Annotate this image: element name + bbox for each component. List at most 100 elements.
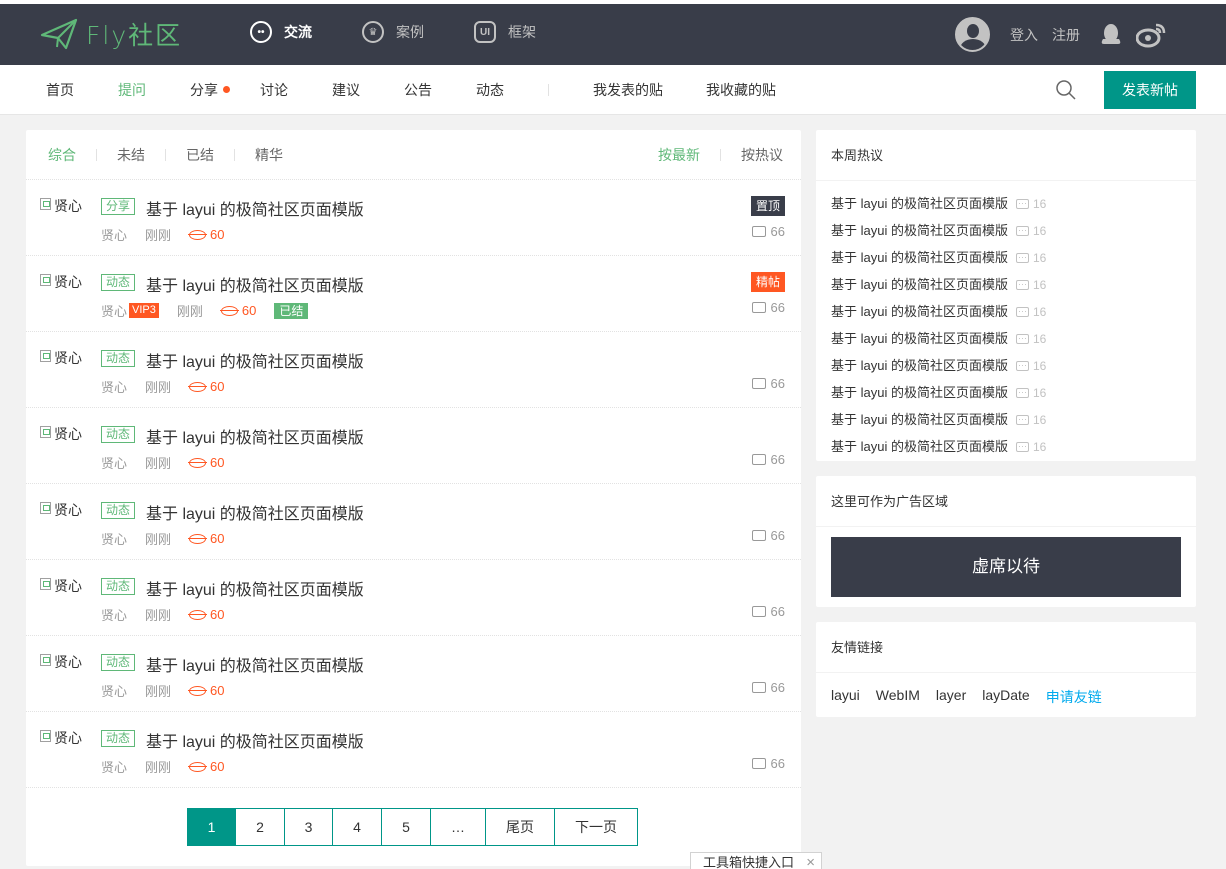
hot-topic-title[interactable]: 基于 layui 的极简社区页面模版 [831,330,1008,348]
sub-nav-home[interactable]: 首页 [46,80,74,100]
hot-topic-title[interactable]: 基于 layui 的极简社区页面模版 [831,411,1008,429]
close-icon[interactable]: × [806,853,815,869]
login-link[interactable]: 登入 [1010,25,1038,45]
apply-link[interactable]: 申请友链 [1046,687,1102,707]
sub-nav-my-posts[interactable]: 我发表的贴 [593,80,663,100]
hot-topic-count: 16 [1015,410,1046,429]
post-title[interactable]: 基于 layui 的极简社区页面模版 [146,272,364,296]
top-nav-item-cases[interactable]: ♛ 案例 [362,21,424,43]
hot-topic-title[interactable]: 基于 layui 的极简社区页面模版 [831,222,1008,240]
post-avatar[interactable]: 贤心 [40,500,82,520]
filter-solved[interactable]: 已结 [186,145,214,165]
post-title[interactable]: 基于 layui 的极简社区页面模版 [146,728,364,752]
post-category[interactable]: 动态 [101,654,136,671]
post-avatar[interactable]: 贤心 [40,652,82,672]
post-title[interactable]: 基于 layui 的极简社区页面模版 [146,348,364,372]
qq-icon[interactable] [1100,23,1122,47]
page-link[interactable]: 1 [188,809,236,845]
comment-icon [1015,194,1029,212]
post-title[interactable]: 基于 layui 的极简社区页面模版 [146,196,364,220]
page-link[interactable]: 4 [333,809,382,845]
post-title[interactable]: 基于 layui 的极简社区页面模版 [146,500,364,524]
sub-nav-questions[interactable]: 提问 [118,80,146,100]
sort-hot[interactable]: 按热议 [741,145,783,165]
post-title[interactable]: 基于 layui 的极简社区页面模版 [146,424,364,448]
comment-icon [1015,356,1029,374]
new-post-button[interactable]: 发表新帖 [1104,71,1196,109]
post-category[interactable]: 动态 [101,502,136,519]
post-title[interactable]: 基于 layui 的极简社区页面模版 [146,576,364,600]
post-reply-count: 66 [770,756,785,771]
post-author[interactable]: 贤心 [101,529,127,548]
post-author[interactable]: 贤心 [101,377,127,396]
hot-topic-title[interactable]: 基于 layui 的极简社区页面模版 [831,276,1008,294]
post-reply-count: 66 [770,604,785,619]
sub-nav-my-favorites[interactable]: 我收藏的贴 [706,80,776,100]
top-nav-item-exchange[interactable]: •• 交流 [250,21,312,43]
hot-topic-count-value: 16 [1032,385,1047,400]
comment-icon [751,297,766,313]
post-category[interactable]: 分享 [101,198,136,215]
post-category[interactable]: 动态 [101,730,136,747]
filter-unsolved[interactable]: 未结 [117,145,145,165]
friend-link[interactable]: WebIM [876,687,920,707]
search-icon[interactable] [1055,79,1077,101]
page-link[interactable]: 5 [382,809,431,845]
post-author[interactable]: 贤心 [101,681,127,700]
hot-topic-title[interactable]: 基于 layui 的极简社区页面模版 [831,249,1008,267]
hot-topic-title[interactable]: 基于 layui 的极简社区页面模版 [831,357,1008,375]
filter-all[interactable]: 综合 [48,145,76,165]
post-author[interactable]: 贤心 [101,605,127,624]
site-logo[interactable]: Fly社区 [40,16,182,52]
post-author[interactable]: 贤心 [101,301,127,320]
ad-placeholder[interactable]: 虚席以待 [831,537,1181,597]
hot-topic-item: 基于 layui 的极简社区页面模版 16 [831,217,1196,244]
page-link[interactable]: 下一页 [555,809,637,845]
weibo-icon[interactable] [1136,22,1166,48]
friend-link[interactable]: layer [936,687,966,707]
post-views-count: 60 [210,227,225,242]
sort-latest[interactable]: 按最新 [658,145,700,165]
toolbox-shortcut[interactable]: 工具箱快捷入口 × [690,852,822,869]
post-avatar[interactable]: 贤心 [40,576,82,596]
post-category[interactable]: 动态 [101,426,136,443]
broken-image-icon [40,198,51,210]
hot-topic-title[interactable]: 基于 layui 的极简社区页面模版 [831,438,1008,456]
sub-nav-announcement[interactable]: 公告 [404,80,432,100]
post-avatar[interactable]: 贤心 [40,348,82,368]
post-avatar[interactable]: 贤心 [40,196,82,216]
user-avatar-icon[interactable] [955,17,990,52]
sub-nav-suggestion[interactable]: 建议 [332,80,360,100]
post-avatar-alt: 贤心 [54,730,82,746]
friend-link[interactable]: layui [831,687,860,707]
hot-topic-item: 基于 layui 的极简社区页面模版 16 [831,379,1196,406]
post-avatar[interactable]: 贤心 [40,272,82,292]
top-nav-item-framework[interactable]: UI 框架 [474,21,536,43]
post-title[interactable]: 基于 layui 的极简社区页面模版 [146,652,364,676]
filter-featured[interactable]: 精华 [255,145,283,165]
post-reply-count: 66 [770,452,785,467]
post-author[interactable]: 贤心 [101,225,127,244]
hot-topic-item: 基于 layui 的极简社区页面模版 16 [831,271,1196,298]
friend-link[interactable]: layDate [982,687,1029,707]
page-link[interactable]: 2 [236,809,285,845]
post-author[interactable]: 贤心 [101,453,127,472]
post-avatar[interactable]: 贤心 [40,424,82,444]
hot-topic-title[interactable]: 基于 layui 的极简社区页面模版 [831,384,1008,402]
post-author[interactable]: 贤心 [101,757,127,776]
post-category[interactable]: 动态 [101,578,136,595]
hot-topic-title[interactable]: 基于 layui 的极简社区页面模版 [831,195,1008,213]
page-link[interactable]: 3 [285,809,333,845]
view-icon [188,229,208,240]
sub-nav-news[interactable]: 动态 [476,80,504,100]
post-avatar[interactable]: 贤心 [40,728,82,748]
register-link[interactable]: 注册 [1052,25,1080,45]
post-category[interactable]: 动态 [101,274,136,291]
view-icon [219,305,239,316]
sub-nav-discussion[interactable]: 讨论 [260,80,288,100]
post-views-count: 60 [210,683,225,698]
page-link[interactable]: 尾页 [486,809,555,845]
hot-topic-title[interactable]: 基于 layui 的极简社区页面模版 [831,303,1008,321]
sub-nav-share[interactable]: 分享 [190,80,230,100]
post-category[interactable]: 动态 [101,350,136,367]
